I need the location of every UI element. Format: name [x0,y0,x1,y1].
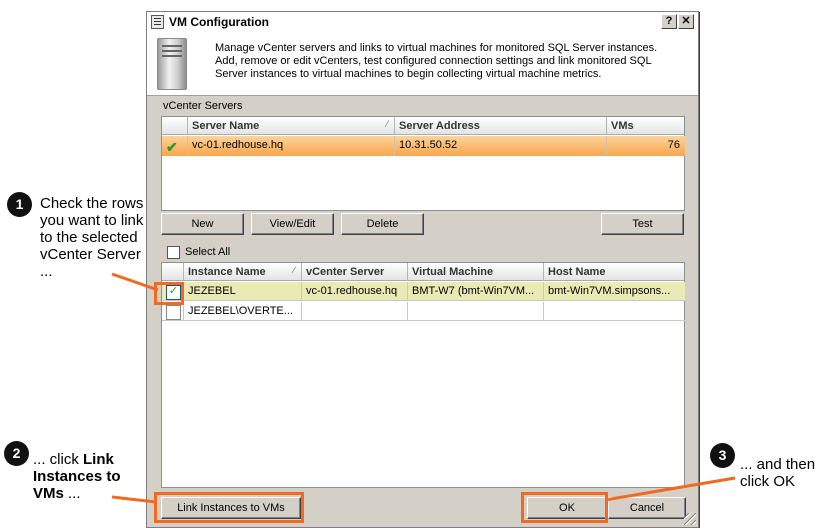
step-1-badge: 1 [7,192,32,217]
step-1-note: Check the rows you want to link to the s… [40,195,144,280]
step-2-note: ... click Link Instances to VMs ... [33,451,121,502]
step-2-badge: 2 [4,441,29,466]
step-3-note: ... and then click OK [740,456,816,490]
step-3-badge: 3 [710,443,735,468]
